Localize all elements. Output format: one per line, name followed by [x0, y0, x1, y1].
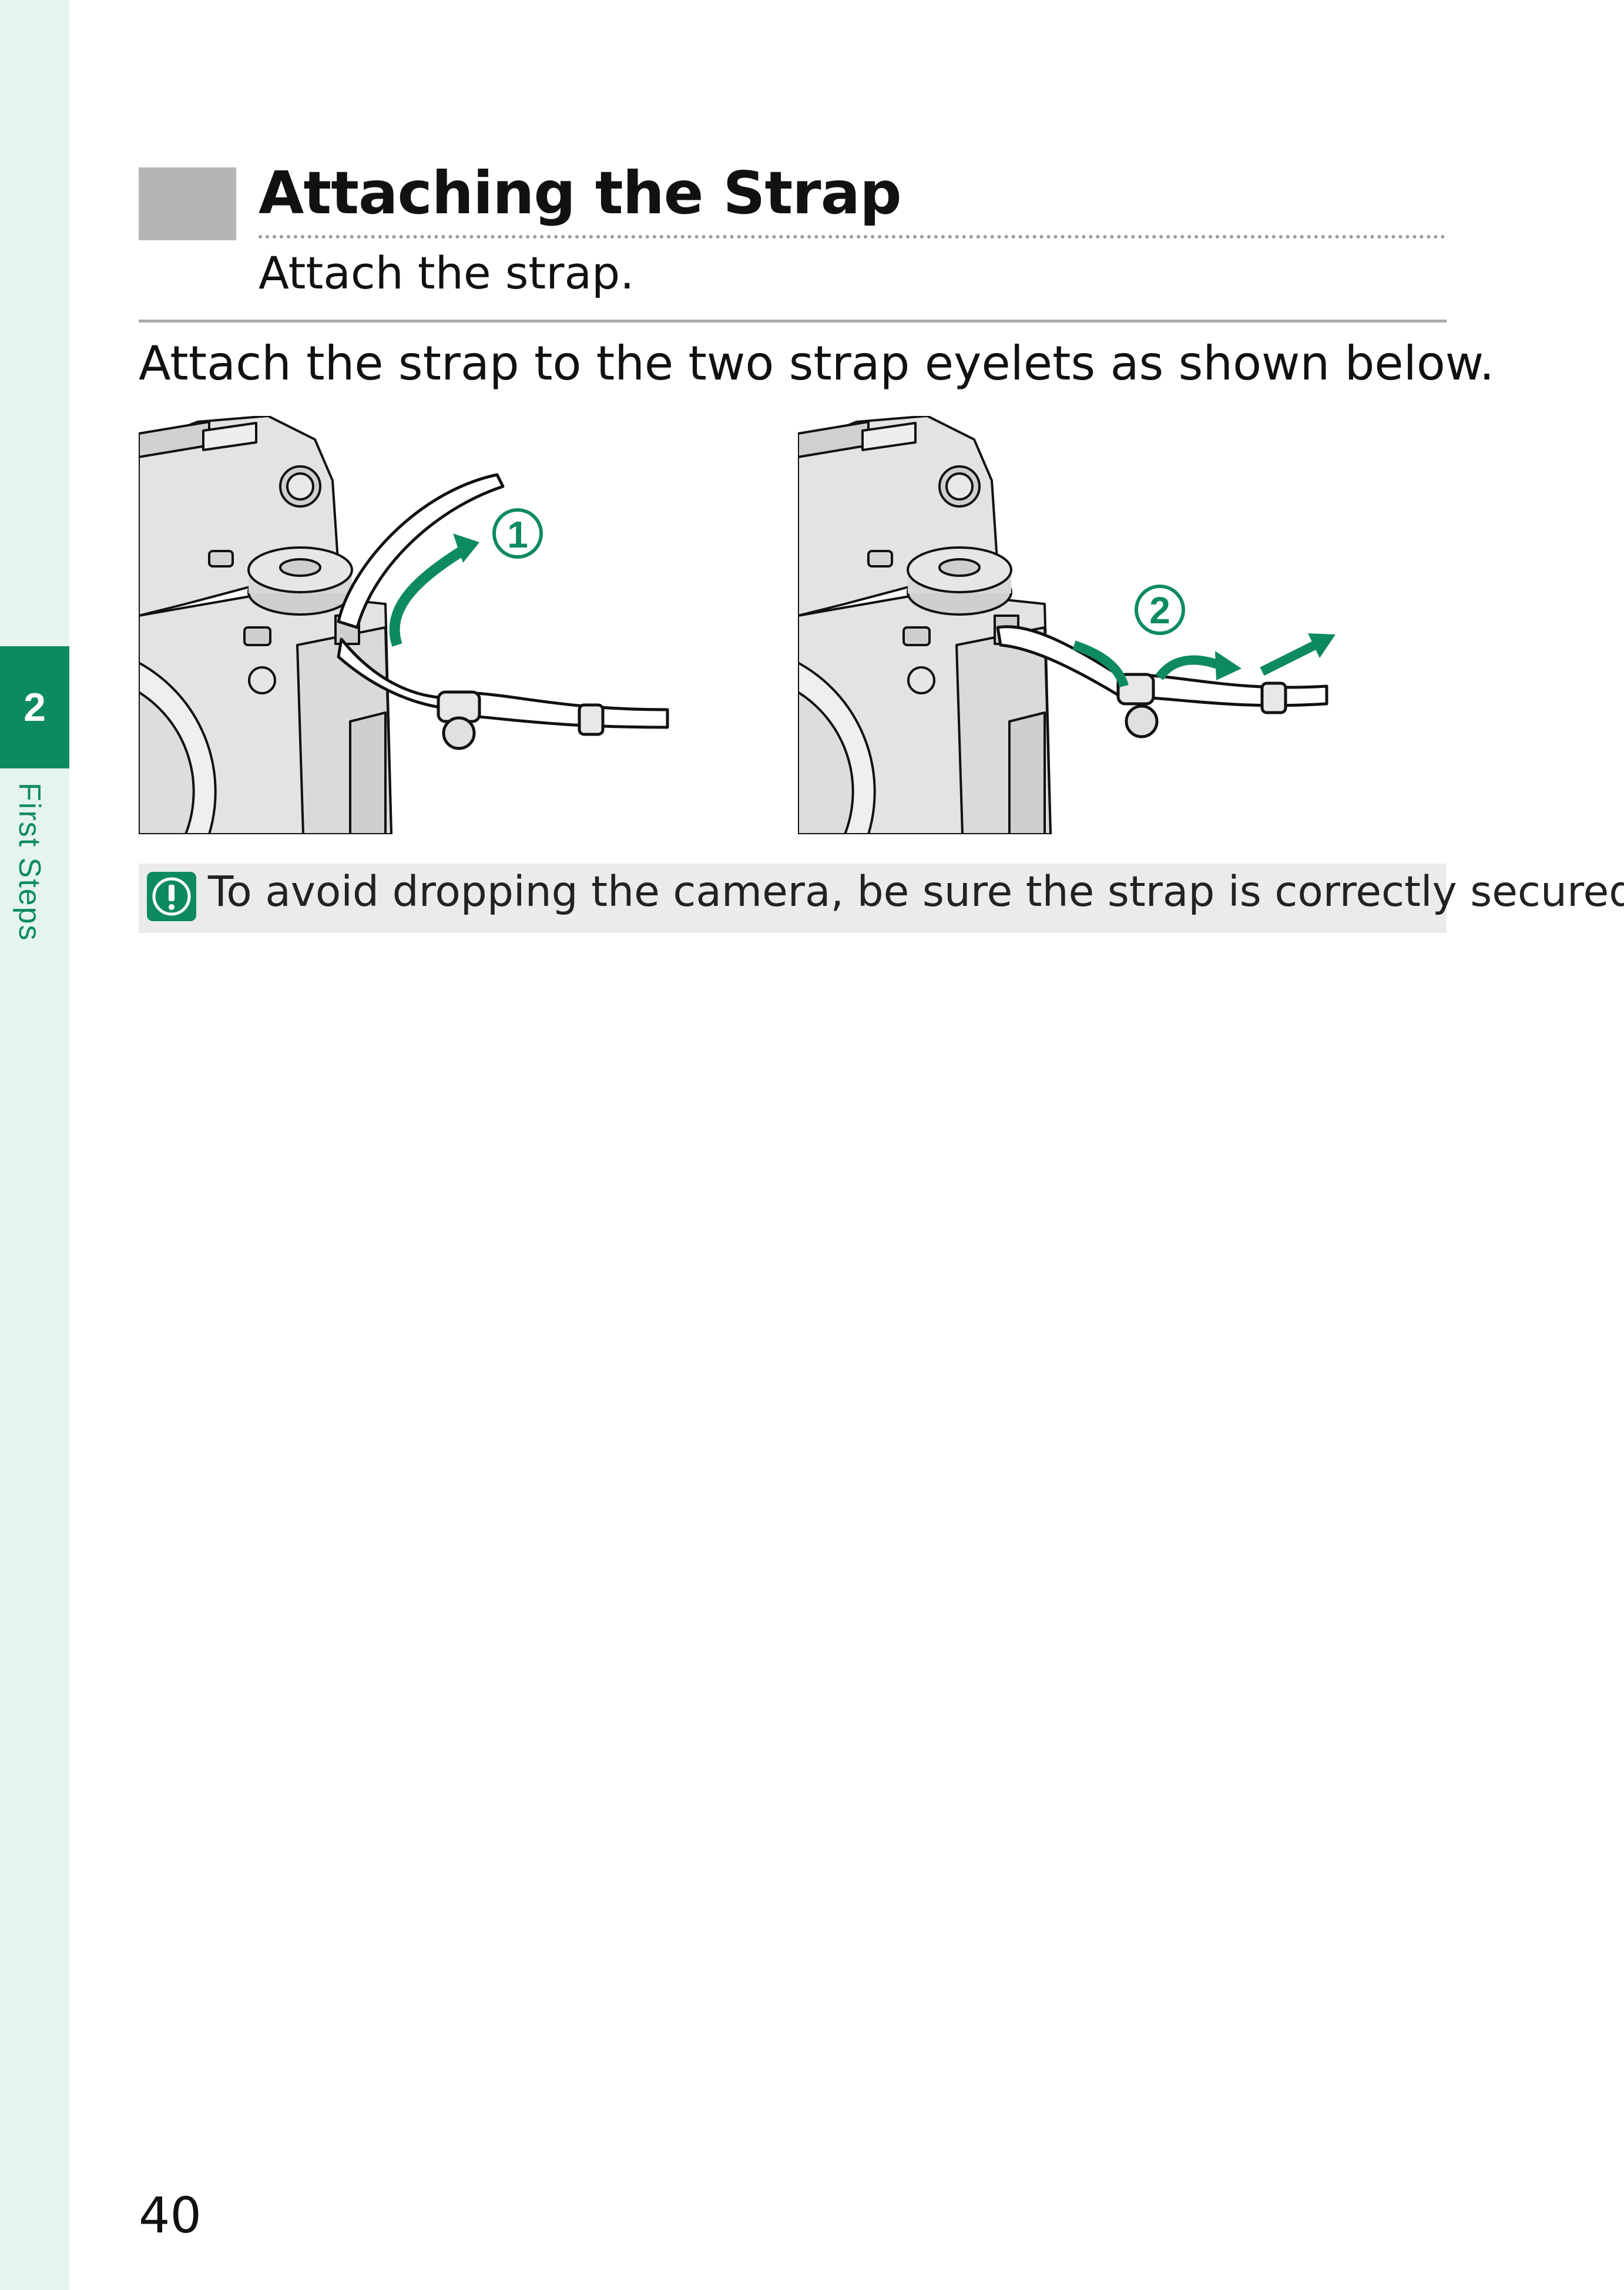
- camera-strap-step-1-illustration: 1: [139, 416, 679, 834]
- section-marker-block: [139, 167, 236, 240]
- page-subtitle: Attach the strap.: [259, 247, 635, 299]
- chapter-label: First Steps: [12, 783, 52, 959]
- page-number: 40: [139, 2187, 202, 2244]
- step-1-label: 1: [507, 513, 528, 556]
- caution-icon: [147, 872, 196, 921]
- chapter-number: 2: [24, 685, 46, 730]
- caution-text: To avoid dropping the camera, be sure th…: [208, 867, 1624, 916]
- chapter-tab[interactable]: 2: [0, 646, 69, 768]
- page-title: Attaching the Strap: [259, 159, 902, 227]
- chapter-side-strip: [0, 0, 69, 2290]
- title-divider: [259, 235, 1445, 239]
- camera-illustration-2: 2: [798, 416, 1336, 834]
- camera-illustration-1: 1: [139, 416, 669, 834]
- lead-paragraph: Attach the strap to the two strap eyelet…: [139, 336, 1495, 391]
- caution-note: To avoid dropping the camera, be sure th…: [139, 864, 1624, 933]
- step-2-label: 2: [1149, 589, 1170, 632]
- section-divider: [139, 320, 1447, 323]
- chapter-label-text: First Steps: [12, 783, 46, 942]
- camera-strap-step-2-illustration: 2: [798, 416, 1338, 834]
